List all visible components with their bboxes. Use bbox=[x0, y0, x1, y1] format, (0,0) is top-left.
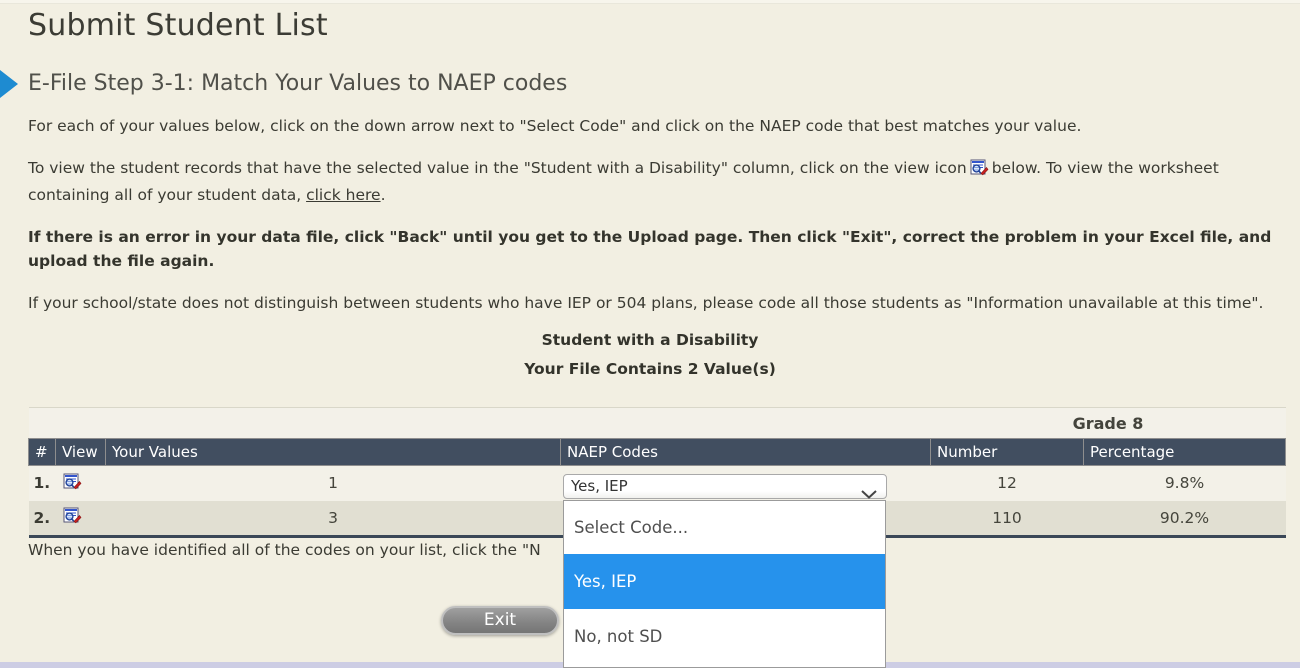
column-title: Student with a Disability bbox=[0, 331, 1300, 349]
exit-button[interactable]: Exit bbox=[441, 606, 559, 635]
instruction-paragraph-2: To view the student records that have th… bbox=[28, 156, 1272, 207]
top-strip bbox=[0, 0, 1300, 4]
col-header-number: Number bbox=[931, 439, 1084, 466]
dropdown-option-no-not-sd[interactable]: No, not SD bbox=[564, 609, 885, 664]
col-header-naep-codes: NAEP Codes bbox=[561, 439, 931, 466]
next-instruction-text: When you have identified all of the code… bbox=[28, 541, 541, 559]
submit-student-list-page: Submit Student List E-File Step 3-1: Mat… bbox=[0, 0, 1300, 668]
dropdown-option-yes-iep[interactable]: Yes, IEP bbox=[564, 554, 885, 609]
col-header-num: # bbox=[29, 439, 56, 466]
view-row-button[interactable] bbox=[56, 501, 106, 535]
view-icon bbox=[970, 159, 989, 183]
row-number: 2. bbox=[29, 501, 56, 535]
error-warning-paragraph: If there is an error in your data file, … bbox=[28, 225, 1272, 273]
page-title: Submit Student List bbox=[28, 8, 1300, 43]
view-row-button[interactable] bbox=[56, 466, 106, 501]
dropdown-option-select-code[interactable]: Select Code... bbox=[564, 501, 885, 554]
naep-code-dropdown-list: Select Code... Yes, IEP No, not SD bbox=[563, 500, 886, 668]
your-value-cell: 3 bbox=[106, 501, 561, 535]
number-cell: 110 bbox=[931, 501, 1084, 535]
table-header-row: # View Your Values NAEP Codes Number Per… bbox=[29, 439, 1286, 466]
step-heading-row: E-File Step 3-1: Match Your Values to NA… bbox=[28, 71, 1300, 96]
step-arrow-icon bbox=[0, 70, 18, 98]
naep-code-select[interactable]: Yes, IEP bbox=[563, 474, 887, 499]
your-value-cell: 1 bbox=[106, 466, 561, 501]
grade-header-spacer bbox=[29, 408, 931, 439]
values-count-title: Your File Contains 2 Value(s) bbox=[0, 360, 1300, 378]
number-cell: 12 bbox=[931, 466, 1084, 501]
iep-504-paragraph: If your school/state does not distinguis… bbox=[28, 291, 1272, 315]
col-header-view: View bbox=[56, 439, 106, 466]
p2-period: . bbox=[381, 186, 386, 204]
p2-text-before: To view the student records that have th… bbox=[28, 159, 967, 177]
naep-code-selected-value: Yes, IEP bbox=[571, 477, 628, 495]
grade-header-label: Grade 8 bbox=[931, 408, 1286, 439]
col-header-percentage: Percentage bbox=[1084, 439, 1286, 466]
click-here-link[interactable]: click here bbox=[306, 186, 381, 204]
col-header-your-values: Your Values bbox=[106, 439, 561, 466]
percentage-cell: 9.8% bbox=[1084, 466, 1286, 501]
grade-header-row: Grade 8 bbox=[29, 408, 1286, 439]
instruction-paragraph-1: For each of your values below, click on … bbox=[28, 114, 1272, 138]
row-number: 1. bbox=[29, 466, 56, 501]
step-heading: E-File Step 3-1: Match Your Values to NA… bbox=[28, 71, 1300, 96]
percentage-cell: 90.2% bbox=[1084, 501, 1286, 535]
